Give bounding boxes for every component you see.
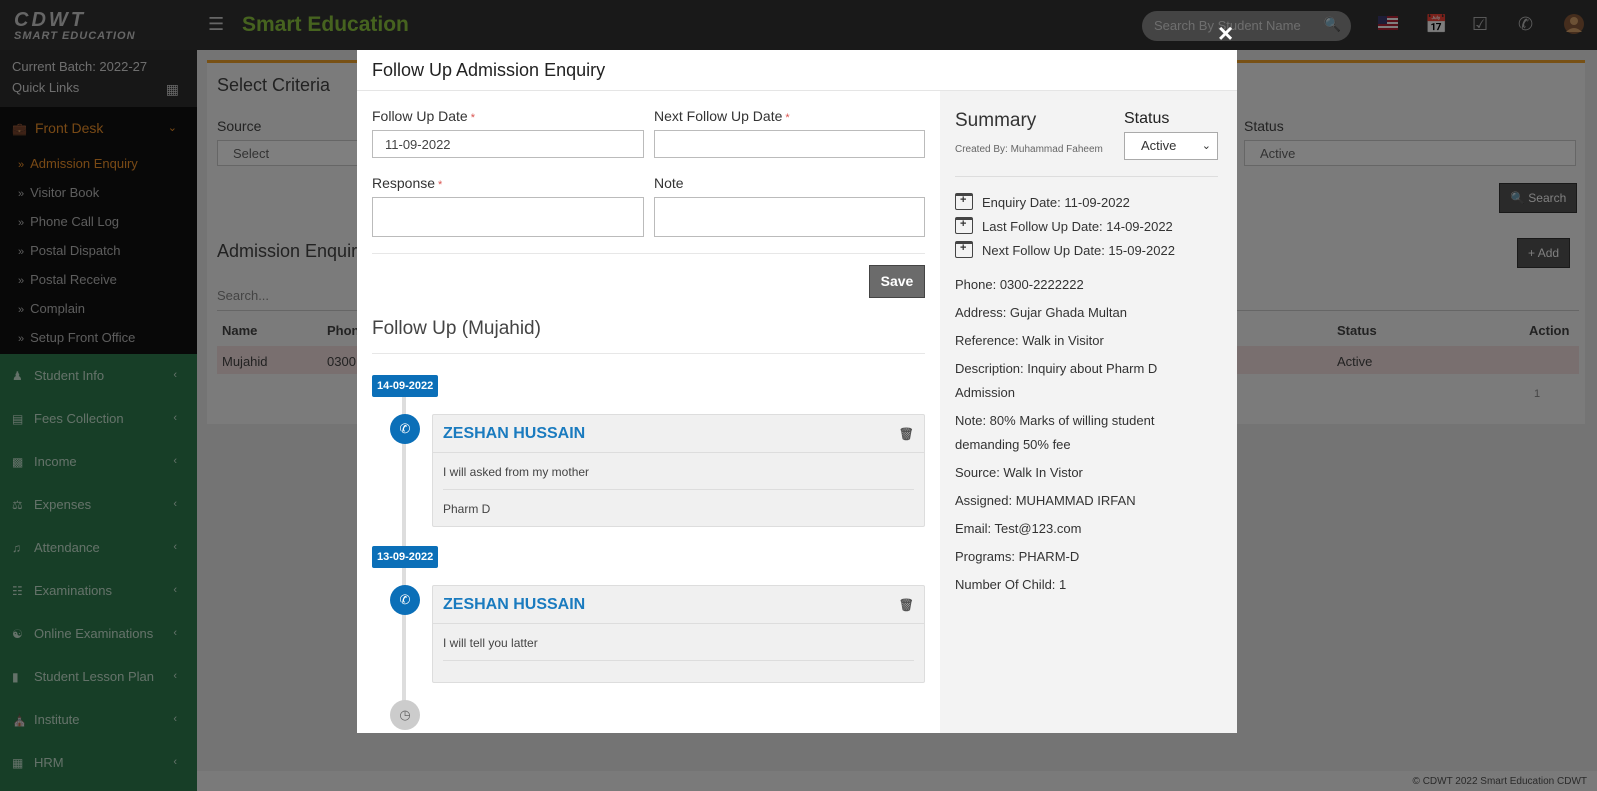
next-follow-up-date-input[interactable]	[654, 130, 925, 158]
status-select[interactable]: Active ⌄	[1124, 132, 1218, 160]
summary-assigned: Assigned: MUHAMMAD IRFAN	[955, 493, 1136, 508]
summary-note: Note: 80% Marks of willing student deman…	[955, 413, 1155, 452]
follow-up-note: Pharm D	[443, 502, 491, 516]
summary-details: Phone: 0300-2222222 Address: Gujar Ghada…	[955, 273, 1220, 601]
trash-icon[interactable]: 🗑	[899, 416, 914, 453]
summary-value: Next Follow Up Date: 15-09-2022	[982, 243, 1175, 258]
save-button[interactable]: Save	[869, 265, 925, 298]
timeline-date-badge: 14-09-2022	[372, 375, 439, 397]
status-value: Active	[1141, 138, 1177, 153]
calendar-plus-icon	[955, 241, 973, 258]
follow-up-card-body: I will asked from my mother Pharm D	[433, 453, 924, 526]
label-text: Next Follow Up Date	[654, 108, 783, 124]
summary-value: Enquiry Date: 11-09-2022	[982, 195, 1130, 210]
summary-panel: Summary Created By: Muhammad Faheem Stat…	[940, 91, 1237, 733]
summary-reference: Reference: Walk in Visitor	[955, 333, 1104, 348]
phone-icon: ✆	[390, 414, 420, 444]
summary-value: Last Follow Up Date: 14-09-2022	[982, 219, 1173, 234]
follow-up-title: Follow Up (Mujahid)	[372, 318, 541, 339]
calendar-plus-icon	[955, 193, 973, 210]
response-textarea[interactable]	[372, 197, 644, 237]
modal-title: Follow Up Admission Enquiry	[357, 50, 1237, 91]
last-follow-up-date: Last Follow Up Date: 14-09-2022	[955, 217, 1173, 234]
follow-up-card: ZESHAN HUSSAIN 🗑 I will asked from my mot…	[432, 414, 925, 527]
summary-source: Source: Walk In Vistor	[955, 465, 1083, 480]
required-marker: *	[470, 112, 475, 124]
clock-icon: ◷	[390, 700, 420, 730]
follow-up-note	[443, 661, 914, 681]
follow-up-date-label: Follow Up Date *	[372, 108, 475, 124]
next-follow-up-date-label: Next Follow Up Date *	[654, 108, 790, 124]
response-label: Response *	[372, 175, 442, 191]
created-by: Created By: Muhammad Faheem	[955, 144, 1103, 155]
follow-up-author: ZESHAN HUSSAIN	[443, 596, 586, 613]
summary-email: Email: Test@123.com	[955, 521, 1082, 536]
follow-up-response: I will asked from my mother	[443, 453, 914, 490]
follow-up-card-body: I will tell you latter	[433, 624, 924, 681]
follow-up-card-header: ZESHAN HUSSAIN 🗑	[433, 415, 924, 453]
next-follow-up-date: Next Follow Up Date: 15-09-2022	[955, 241, 1175, 258]
divider	[955, 176, 1218, 177]
follow-up-modal: Follow Up Admission Enquiry Follow Up Da…	[357, 50, 1237, 733]
follow-up-form: Follow Up Date* Next Follow Up Date* Res…	[357, 91, 940, 733]
follow-up-author: ZESHAN HUSSAIN	[443, 425, 586, 442]
follow-up-response: I will tell you latter	[443, 624, 914, 661]
trash-icon[interactable]: 🗑	[899, 587, 914, 624]
enquiry-date: Enquiry Date: 11-09-2022	[955, 193, 1130, 210]
divider	[372, 353, 925, 354]
summary-phone: Phone: 0300-2222222	[955, 277, 1084, 292]
chevron-down-icon: ⌄	[1201, 140, 1211, 152]
phone-icon: ✆	[390, 585, 420, 615]
required-marker: *	[785, 112, 790, 124]
summary-address: Address: Gujar Ghada Multan	[955, 305, 1127, 320]
label-text: Response	[372, 175, 436, 191]
divider	[372, 253, 925, 254]
required-marker: *	[438, 179, 443, 191]
summary-description: Description: Inquiry about Pharm D Admis…	[955, 361, 1158, 400]
calendar-plus-icon	[955, 217, 973, 234]
note-label: Note	[654, 175, 684, 191]
status-label: Status	[1124, 110, 1170, 127]
close-icon[interactable]: ×	[1218, 20, 1233, 46]
follow-up-card: ZESHAN HUSSAIN 🗑 I will tell you latter	[432, 585, 925, 683]
timeline-date-badge: 13-09-2022	[372, 546, 439, 568]
summary-children: Number Of Child: 1	[955, 577, 1067, 592]
label-text: Follow Up Date	[372, 108, 468, 124]
follow-up-date-input[interactable]	[372, 130, 644, 158]
follow-up-card-header: ZESHAN HUSSAIN 🗑	[433, 586, 924, 624]
note-textarea[interactable]	[654, 197, 925, 237]
summary-programs: Programs: PHARM-D	[955, 549, 1080, 564]
summary-title: Summary	[955, 110, 1037, 131]
